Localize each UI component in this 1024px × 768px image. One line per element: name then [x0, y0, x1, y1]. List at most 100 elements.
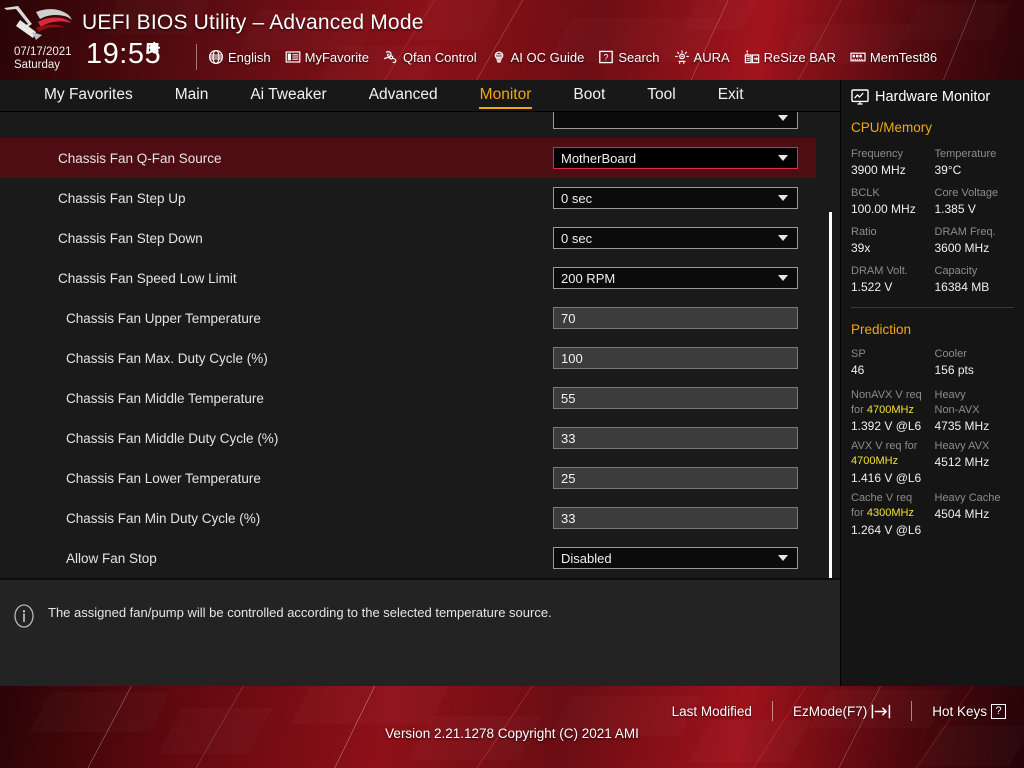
table-row[interactable] — [0, 112, 816, 138]
dropdown-chassis-fan-speed-low-limit[interactable]: 200 RPM — [553, 267, 798, 289]
tool-memtest86[interactable]: MemTest86 — [850, 49, 937, 65]
ezmode-label: EzMode(F7) — [792, 703, 868, 719]
setting-control[interactable]: 200 RPM — [553, 267, 798, 289]
setting-label: Chassis Fan Max. Duty Cycle (%) — [66, 350, 268, 366]
setting-control[interactable] — [553, 112, 798, 129]
setting-control[interactable]: 70 — [553, 307, 798, 329]
metric-value: 4504 MHz — [934, 507, 990, 521]
scrollbar-thumb[interactable] — [829, 212, 832, 578]
input-chassis-fan-middle-duty-cycle[interactable]: 33 — [553, 427, 798, 449]
dropdown-allow-fan-stop[interactable]: Disabled — [553, 547, 798, 569]
tool-label: English — [228, 49, 271, 65]
metric-key: Heavy AVX — [934, 440, 990, 452]
tab-advanced[interactable]: Advanced — [369, 85, 438, 107]
metric-key: Temperature — [934, 148, 997, 160]
metric-value: 1.522 V — [851, 280, 893, 294]
metric-key: Cache V req — [851, 492, 913, 504]
setting-label: Chassis Fan Upper Temperature — [66, 310, 261, 326]
input-chassis-fan-lower-temperature[interactable]: 25 — [553, 467, 798, 489]
setting-control[interactable]: 0 sec — [553, 187, 798, 209]
setting-control[interactable]: 25 — [553, 467, 798, 489]
tab-ai-tweaker[interactable]: Ai Tweaker — [250, 85, 326, 107]
setting-label: Chassis Fan Step Down — [58, 230, 203, 246]
input-chassis-fan-middle-temperature[interactable]: 55 — [553, 387, 798, 409]
setting-label: Allow Fan Stop — [66, 550, 157, 566]
input-value: 55 — [561, 390, 576, 406]
chevron-down-icon — [778, 235, 788, 241]
tool-aura[interactable]: AURA — [674, 49, 730, 65]
tab-main[interactable]: Main — [175, 85, 209, 107]
freq-highlight: 4700MHz — [866, 404, 914, 416]
setting-label: Chassis Fan Min Duty Cycle (%) — [66, 510, 261, 526]
table-row[interactable]: Chassis Fan Speed Low Limit 200 RPM — [0, 258, 816, 298]
rog-logo-icon — [4, 6, 72, 40]
sidebar-title: Hardware Monitor — [851, 80, 1014, 106]
input-chassis-fan-upper-temperature[interactable]: 70 — [553, 307, 798, 329]
dropdown-value: Disabled — [561, 550, 612, 566]
table-row[interactable]: Allow Fan Stop Disabled — [0, 538, 816, 578]
setting-control[interactable]: 100 — [553, 347, 798, 369]
section-title-cpu-memory: CPU/Memory — [851, 120, 933, 135]
gear-icon[interactable] — [146, 40, 162, 56]
freq-highlight: 4300MHz — [866, 507, 914, 519]
setting-control[interactable]: Disabled — [553, 547, 798, 569]
last-modified-button[interactable]: Last Modified — [672, 704, 752, 719]
chevron-down-icon — [778, 195, 788, 201]
tab-boot[interactable]: Boot — [573, 85, 605, 107]
table-row[interactable]: Chassis Fan Upper Temperature 70 — [0, 298, 816, 338]
metric-key: Capacity — [934, 265, 978, 277]
metric-value: 1.416 V @L6 — [851, 471, 922, 485]
system-date: 07/17/2021 Saturday — [14, 46, 72, 72]
setting-control[interactable]: 33 — [553, 507, 798, 529]
cpu-memory-grid: Frequency Temperature 3900 MHz 39°C BCLK… — [851, 139, 1014, 295]
setting-control[interactable]: 0 sec — [553, 227, 798, 249]
tab-exit[interactable]: Exit — [718, 85, 744, 107]
tool-ai-oc-guide[interactable]: AI OC Guide — [491, 49, 584, 65]
weekday-value: Saturday — [14, 59, 61, 71]
setting-label: Chassis Fan Lower Temperature — [66, 470, 261, 486]
settings-panel: Chassis Fan Q-Fan Source MotherBoard Cha… — [0, 112, 840, 578]
dropdown-chassis-fan-qfan-source[interactable]: MotherBoard — [553, 147, 798, 169]
help-bar: The assigned fan/pump will be controlled… — [0, 578, 840, 686]
tool-myfavorite[interactable]: MyFavorite — [285, 49, 369, 65]
table-row[interactable]: Chassis Fan Max. Duty Cycle (%) 100 — [0, 338, 816, 378]
input-chassis-fan-max-duty-cycle[interactable]: 100 — [553, 347, 798, 369]
tab-my-favorites[interactable]: My Favorites — [44, 85, 133, 107]
tool-resize-bar[interactable]: ReSize BAR — [744, 49, 836, 65]
hotkeys-label: Hot Keys — [932, 703, 987, 719]
dropdown-chassis-fan-step-up[interactable]: 0 sec — [553, 187, 798, 209]
table-row[interactable]: Chassis Fan Min Duty Cycle (%) 33 — [0, 498, 816, 538]
table-row[interactable]: Chassis Fan Step Down 0 sec — [0, 218, 816, 258]
tool-qfan-control[interactable]: Qfan Control — [383, 49, 477, 65]
info-icon — [14, 604, 34, 628]
prefix-text: for — [851, 404, 867, 416]
table-row[interactable]: Chassis Fan Middle Duty Cycle (%) 33 — [0, 418, 816, 458]
input-value: 33 — [561, 430, 576, 446]
sidebar-divider — [851, 307, 1014, 308]
tool-search[interactable]: ? Search — [598, 49, 660, 65]
tab-tool[interactable]: Tool — [647, 85, 675, 107]
ezmode-button[interactable]: EzMode(F7) — [793, 704, 891, 719]
prediction-sp-cooler: SP Cooler 46 156 pts — [851, 341, 1014, 378]
tab-monitor[interactable]: Monitor — [478, 85, 533, 109]
hotkeys-button[interactable]: Hot Keys ? — [932, 703, 1006, 719]
metric-key: Frequency — [851, 148, 903, 160]
metric-key-freq: for 4300MHz — [851, 506, 931, 522]
metric-key-freq: 4700MHz — [851, 454, 931, 470]
metric-key: NonAVX V req — [851, 389, 922, 401]
dropdown[interactable] — [553, 112, 798, 129]
tool-english[interactable]: English — [208, 49, 271, 65]
setting-control[interactable]: 33 — [553, 427, 798, 449]
dropdown-chassis-fan-step-down[interactable]: 0 sec — [553, 227, 798, 249]
setting-control[interactable]: MotherBoard — [553, 147, 798, 169]
footer-divider — [911, 701, 913, 721]
table-row[interactable]: Chassis Fan Q-Fan Source MotherBoard — [0, 138, 816, 178]
table-row[interactable]: Chassis Fan Step Up 0 sec — [0, 178, 816, 218]
setting-control[interactable]: 55 — [553, 387, 798, 409]
table-row[interactable]: Chassis Fan Lower Temperature 25 — [0, 458, 816, 498]
metric-value: 4512 MHz — [934, 455, 990, 469]
input-chassis-fan-min-duty-cycle[interactable]: 33 — [553, 507, 798, 529]
table-row[interactable]: Chassis Fan Middle Temperature 55 — [0, 378, 816, 418]
tool-label: Search — [618, 49, 660, 65]
